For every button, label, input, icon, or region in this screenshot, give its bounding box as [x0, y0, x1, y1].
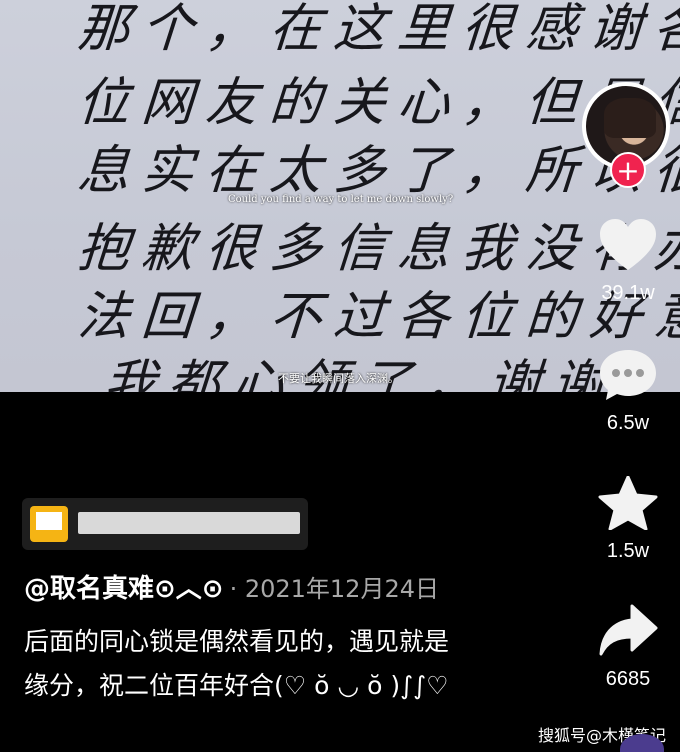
comment-count: 6.5w [606, 412, 650, 434]
subtitle-chinese: 不要让我瞬间落入深渊。 [278, 372, 399, 385]
follow-button[interactable]: + [610, 152, 646, 188]
video-player[interactable]: 那个，在这里很感谢各 位网友的关心，但是信 息实在太多了，所以很 抱歉很多信息我… [0, 0, 680, 392]
author-avatar-group[interactable]: + [582, 82, 672, 188]
video-caption: 后面的同心锁是偶然看见的，遇见就是缘分，祝二位百年好合(♡ ŏ ◡ ŏ )∫∫♡ [24, 627, 450, 700]
letter-line: 法回，不过各位的好意 [75, 287, 680, 347]
author-line: @取名真难⊙︿⊙ · 2021年12月24日 [24, 568, 439, 605]
favorite-button[interactable]: 1.5w [592, 475, 664, 563]
subtitle-english: Could you find a way to let me down slow… [228, 194, 454, 205]
comment-button[interactable]: 6.5w [592, 348, 664, 435]
heart-icon [600, 219, 656, 270]
link-text-redacted [78, 512, 300, 534]
letter-line: 那个，在这里很感谢各 [75, 0, 680, 59]
star-icon [598, 475, 658, 531]
post-date: · 2021年12月24日 [229, 575, 439, 603]
comment-bubble-icon [600, 350, 656, 400]
share-count: 6685 [605, 668, 651, 690]
author-name[interactable]: @取名真难⊙︿⊙ [24, 574, 224, 604]
share-button[interactable]: 6685 [592, 604, 664, 691]
share-arrow-icon [599, 604, 658, 656]
anchor-link-bar[interactable] [22, 498, 308, 550]
link-app-icon [30, 506, 68, 542]
like-count: 39.1w [601, 282, 655, 304]
letter-line: 抱歉很多信息我没有办 [75, 219, 680, 279]
like-button[interactable]: 39.1w [592, 218, 664, 305]
favorite-count: 1.5w [606, 540, 650, 562]
plus-icon: + [616, 154, 640, 187]
